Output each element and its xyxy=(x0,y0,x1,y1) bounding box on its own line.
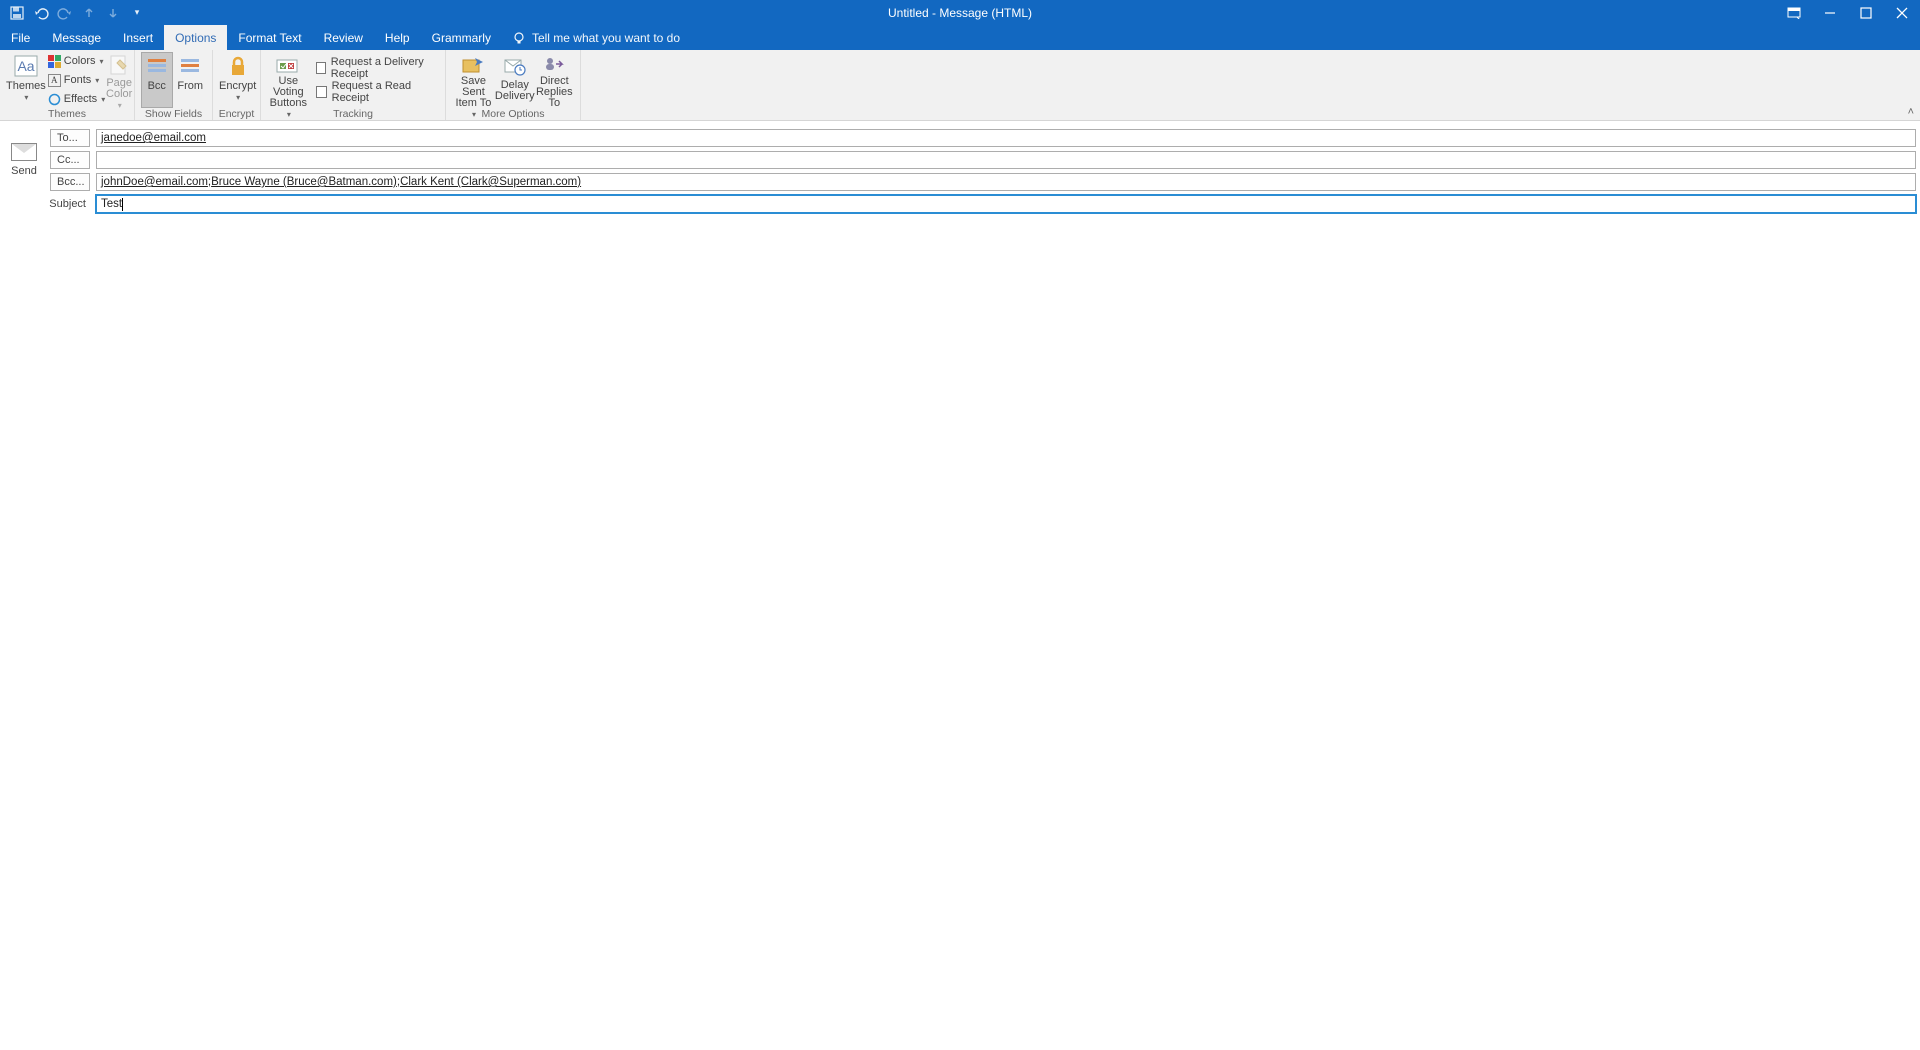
ribbon-options: Aa Themes ▾ Colors▾ A Fonts▾ Effects▾ xyxy=(0,50,1920,121)
tab-review[interactable]: Review xyxy=(313,25,374,50)
prev-item-icon[interactable] xyxy=(78,2,100,24)
delivery-receipt-checkbox[interactable]: Request a Delivery Receipt xyxy=(316,58,439,78)
delay-delivery-icon xyxy=(501,54,529,78)
group-encrypt: Encrypt ▾ Encrypt xyxy=(213,50,261,120)
minimize-icon[interactable] xyxy=(1812,0,1848,25)
checkbox-icon xyxy=(316,62,326,74)
lightbulb-icon xyxy=(512,31,526,45)
from-icon xyxy=(176,54,204,78)
lock-icon xyxy=(224,54,252,78)
message-body[interactable] xyxy=(4,214,1916,1046)
window-title: Untitled - Message (HTML) xyxy=(888,6,1032,20)
checkbox-icon xyxy=(316,86,327,98)
themes-icon: Aa xyxy=(12,54,40,78)
group-themes: Aa Themes ▾ Colors▾ A Fonts▾ Effects▾ xyxy=(0,50,135,120)
fonts-icon: A xyxy=(48,74,61,87)
group-more-options: Save Sent Item To ▾ Delay Delivery Direc… xyxy=(446,50,581,120)
cc-field[interactable] xyxy=(96,151,1916,169)
window-controls xyxy=(1776,0,1920,25)
quick-access-toolbar: ▾ xyxy=(0,2,148,24)
tell-me-search[interactable]: Tell me what you want to do xyxy=(502,25,690,50)
group-label-more-options: More Options xyxy=(446,108,580,120)
tab-help[interactable]: Help xyxy=(374,25,421,50)
direct-replies-button[interactable]: Direct Replies To xyxy=(535,52,574,108)
next-item-icon[interactable] xyxy=(102,2,124,24)
svg-text:Aa: Aa xyxy=(17,58,34,74)
effects-icon xyxy=(48,93,61,106)
cc-button[interactable]: Cc... xyxy=(50,151,90,169)
group-label-themes: Themes xyxy=(0,108,134,120)
maximize-icon[interactable] xyxy=(1848,0,1884,25)
tab-grammarly[interactable]: Grammarly xyxy=(421,25,502,50)
tab-file[interactable]: File xyxy=(0,25,41,50)
bcc-field[interactable]: johnDoe@email.com; Bruce Wayne (Bruce@Ba… xyxy=(96,173,1916,191)
title-bar: ▾ Untitled - Message (HTML) xyxy=(0,0,1920,25)
ribbon-tab-strip: File Message Insert Options Format Text … xyxy=(0,25,1920,50)
bcc-button[interactable]: Bcc... xyxy=(50,173,90,191)
delay-delivery-button[interactable]: Delay Delivery xyxy=(495,52,535,108)
fonts-button[interactable]: A Fonts▾ xyxy=(48,71,105,89)
send-button[interactable]: Send xyxy=(4,132,44,188)
undo-icon[interactable] xyxy=(30,2,52,24)
group-label-tracking: Tracking xyxy=(261,108,445,120)
message-header: Send To... janedoe@email.com Cc... Bcc..… xyxy=(0,121,1920,217)
close-icon[interactable] xyxy=(1884,0,1920,25)
customize-qat-icon[interactable]: ▾ xyxy=(126,2,148,24)
group-label-encrypt: Encrypt xyxy=(213,108,260,120)
page-color-button[interactable]: Page Color ▾ xyxy=(105,52,133,108)
read-receipt-checkbox[interactable]: Request a Read Receipt xyxy=(316,82,439,102)
direct-replies-icon xyxy=(540,54,568,74)
save-icon[interactable] xyxy=(6,2,28,24)
text-cursor xyxy=(122,198,123,211)
group-label-show-fields: Show Fields xyxy=(135,108,212,120)
tab-format-text[interactable]: Format Text xyxy=(227,25,312,50)
to-button[interactable]: To... xyxy=(50,129,90,147)
group-show-fields: Bcc From Show Fields xyxy=(135,50,213,120)
chevron-down-icon: ▾ xyxy=(24,92,28,104)
redo-icon[interactable] xyxy=(54,2,76,24)
tab-message[interactable]: Message xyxy=(41,25,112,50)
collapse-ribbon-icon[interactable]: ˄ xyxy=(1908,106,1914,118)
send-label: Send xyxy=(11,165,37,177)
colors-icon xyxy=(48,55,61,68)
page-color-label: Page Color xyxy=(105,78,133,100)
subject-field[interactable]: Test xyxy=(96,195,1916,213)
from-button[interactable]: From xyxy=(175,52,207,108)
colors-button[interactable]: Colors▾ xyxy=(48,52,105,70)
bcc-button[interactable]: Bcc xyxy=(141,52,173,108)
bcc-icon xyxy=(143,54,171,78)
tab-options[interactable]: Options xyxy=(164,25,227,50)
subject-label: Subject xyxy=(50,195,90,213)
save-sent-icon xyxy=(459,54,487,74)
themes-label: Themes xyxy=(6,80,46,92)
ribbon-display-icon[interactable] xyxy=(1776,0,1812,25)
voting-icon xyxy=(274,54,302,74)
effects-button[interactable]: Effects▾ xyxy=(48,90,105,108)
save-sent-button[interactable]: Save Sent Item To ▾ xyxy=(452,52,495,108)
voting-button[interactable]: Use Voting Buttons ▾ xyxy=(267,52,310,108)
page-color-icon xyxy=(105,54,133,76)
group-tracking: Use Voting Buttons ▾ Request a Delivery … xyxy=(261,50,446,120)
tell-me-label: Tell me what you want to do xyxy=(532,31,680,45)
tab-insert[interactable]: Insert xyxy=(112,25,164,50)
encrypt-button[interactable]: Encrypt ▾ xyxy=(219,52,256,108)
send-icon xyxy=(11,143,37,161)
themes-button[interactable]: Aa Themes ▾ xyxy=(6,52,46,108)
to-field[interactable]: janedoe@email.com xyxy=(96,129,1916,147)
